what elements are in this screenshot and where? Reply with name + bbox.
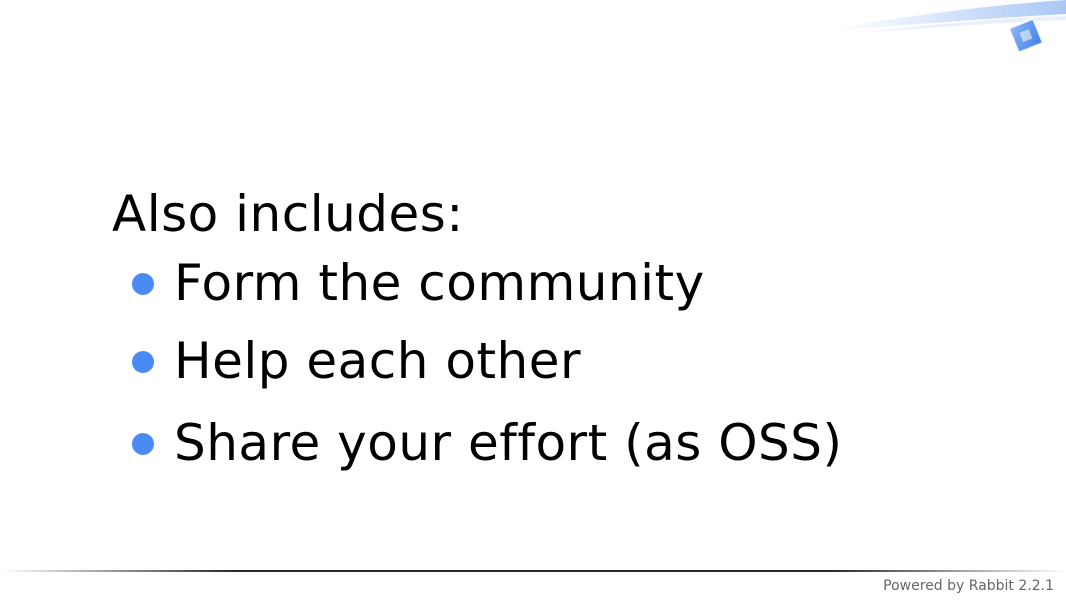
list-item: Form the community [112,246,1012,320]
slide-heading: Also includes: [112,185,464,243]
slide: Also includes: Form the community Help e… [0,0,1066,600]
footer-divider [0,570,1066,572]
list-item-text: Help each other [174,332,582,390]
bullet-dot-icon [132,433,154,455]
list-item: Share your effort (as OSS) [112,402,1012,484]
bullet-dot-icon [132,273,154,295]
list-item-text: Share your effort (as OSS) [174,414,843,472]
powered-by-label: Powered by Rabbit 2.2.1 [883,578,1054,594]
bullet-dot-icon [132,351,154,373]
list-item: Help each other [112,320,1012,402]
bullet-list: Form the community Help each other Share… [112,246,1012,484]
corner-decoration-icon [826,0,1066,53]
slide-content: Also includes: Form the community Help e… [112,182,1012,484]
list-item-text: Form the community [174,254,705,312]
